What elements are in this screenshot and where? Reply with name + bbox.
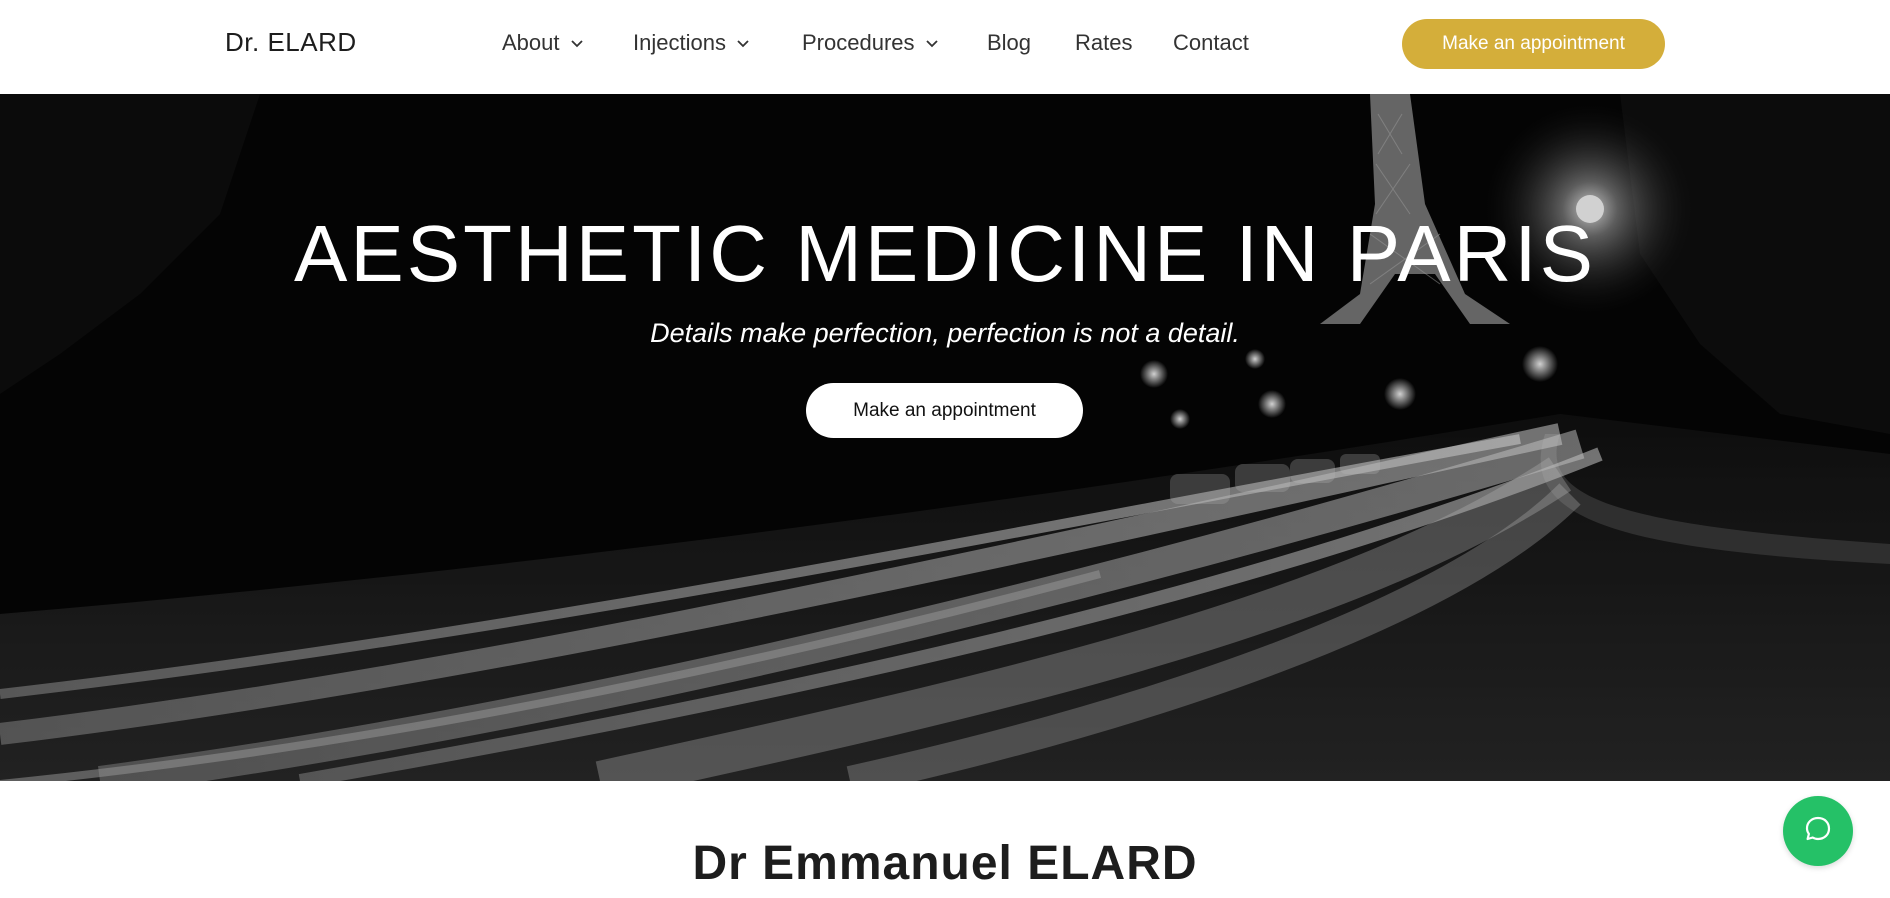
- nav-item-about[interactable]: About: [502, 30, 584, 56]
- nav-item-label: About: [502, 30, 560, 55]
- chevron-down-icon: [570, 36, 584, 50]
- site-header: Dr. ELARD About Injections Procedures Bl…: [0, 0, 1890, 94]
- hero-title: AESTHETIC MEDICINE IN PARIS: [294, 209, 1596, 298]
- header-appointment-button[interactable]: Make an appointment: [1402, 19, 1665, 69]
- nav-item-label: Procedures: [802, 30, 915, 55]
- nav-item-contact[interactable]: Contact: [1173, 30, 1249, 56]
- chevron-down-icon: [736, 36, 750, 50]
- nav-item-rates[interactable]: Rates: [1075, 30, 1132, 56]
- chat-button[interactable]: [1783, 796, 1853, 866]
- hero-subtitle: Details make perfection, perfection is n…: [650, 318, 1240, 348]
- nav-item-label: Blog: [987, 30, 1032, 55]
- nav-item-blog[interactable]: Blog: [987, 30, 1031, 56]
- nav-item-label: Rates: [1075, 30, 1133, 55]
- nav-item-procedures[interactable]: Procedures: [802, 30, 939, 56]
- doctor-name-heading: Dr Emmanuel ELARD: [692, 837, 1198, 890]
- hero-appointment-button[interactable]: Make an appointment: [806, 383, 1083, 438]
- hero-section: AESTHETIC MEDICINE IN PARIS Details make…: [0, 94, 1890, 781]
- chevron-down-icon: [925, 36, 939, 50]
- nav-item-label: Contact: [1173, 30, 1249, 55]
- nav-item-label: Injections: [633, 30, 726, 55]
- nav-item-injections[interactable]: Injections: [633, 30, 750, 56]
- chat-bubble-icon: [1802, 813, 1834, 850]
